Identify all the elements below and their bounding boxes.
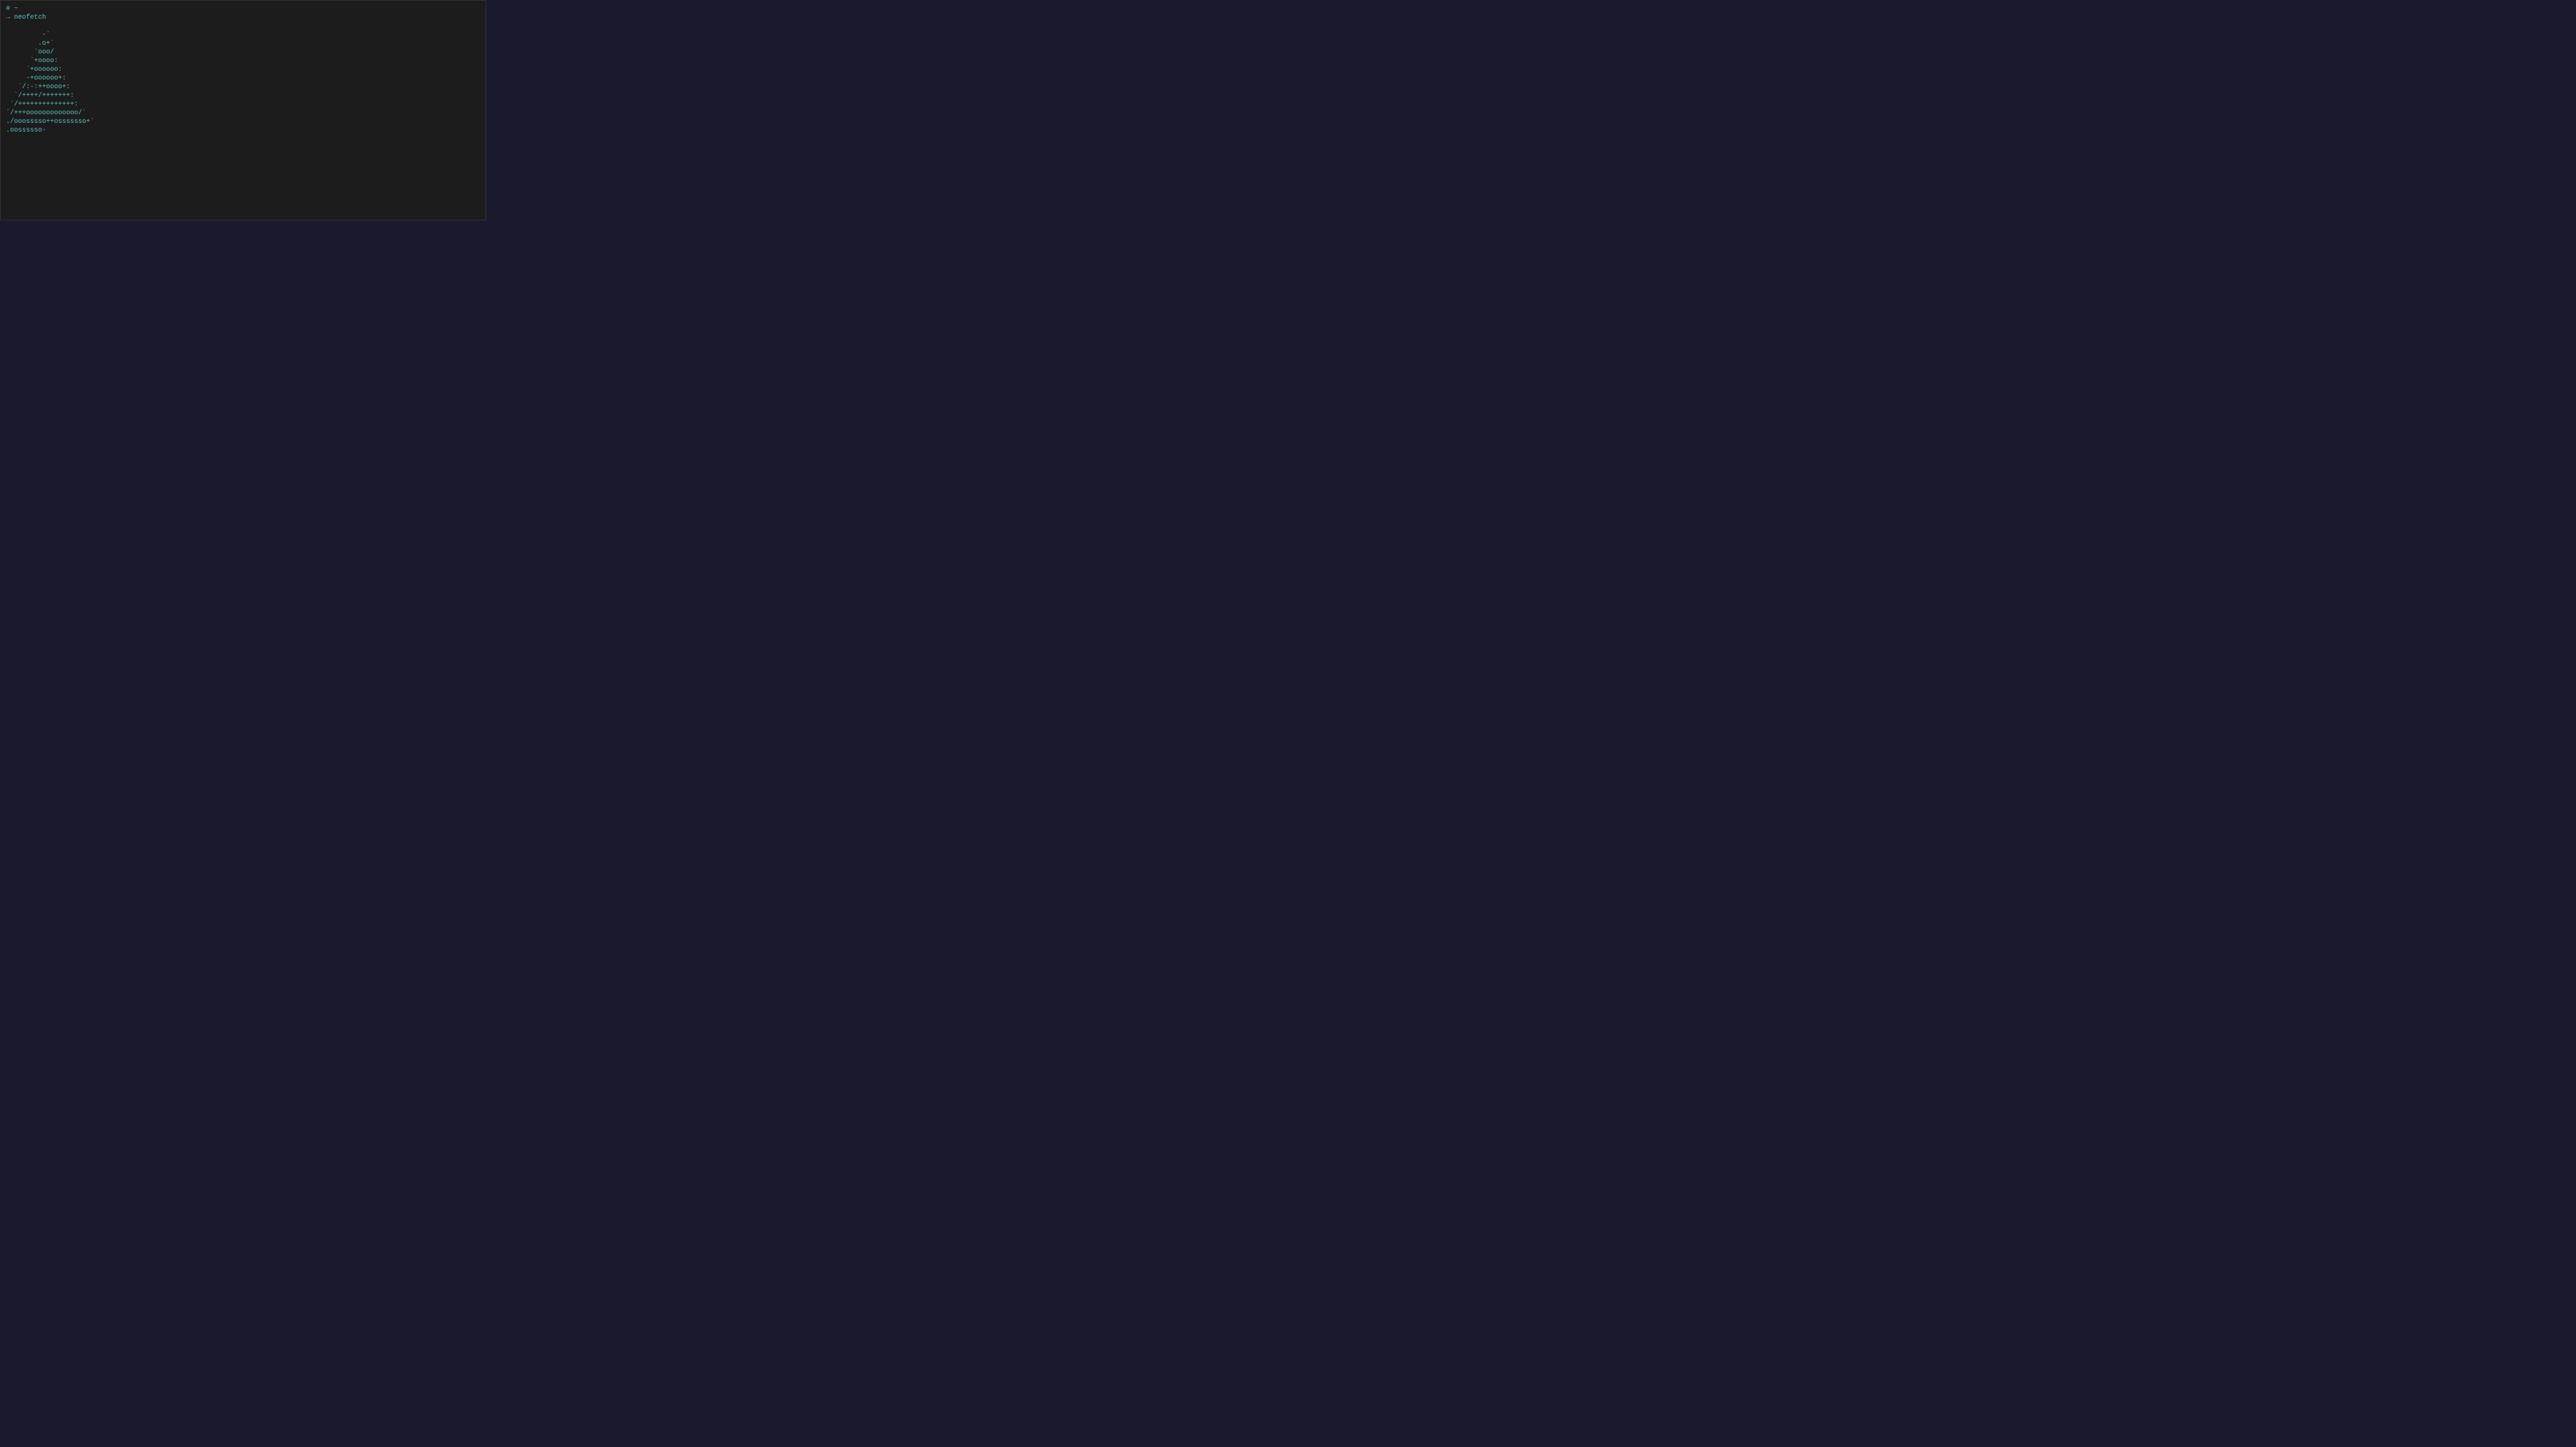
neofetch-ascii: # ~ → neofetch -` .o+` `ooo/ `+oooo: `+o… (6, 5, 126, 216)
neofetch-panel: # ~ → neofetch -` .o+` `ooo/ `+oooo: `+o… (0, 0, 486, 220)
